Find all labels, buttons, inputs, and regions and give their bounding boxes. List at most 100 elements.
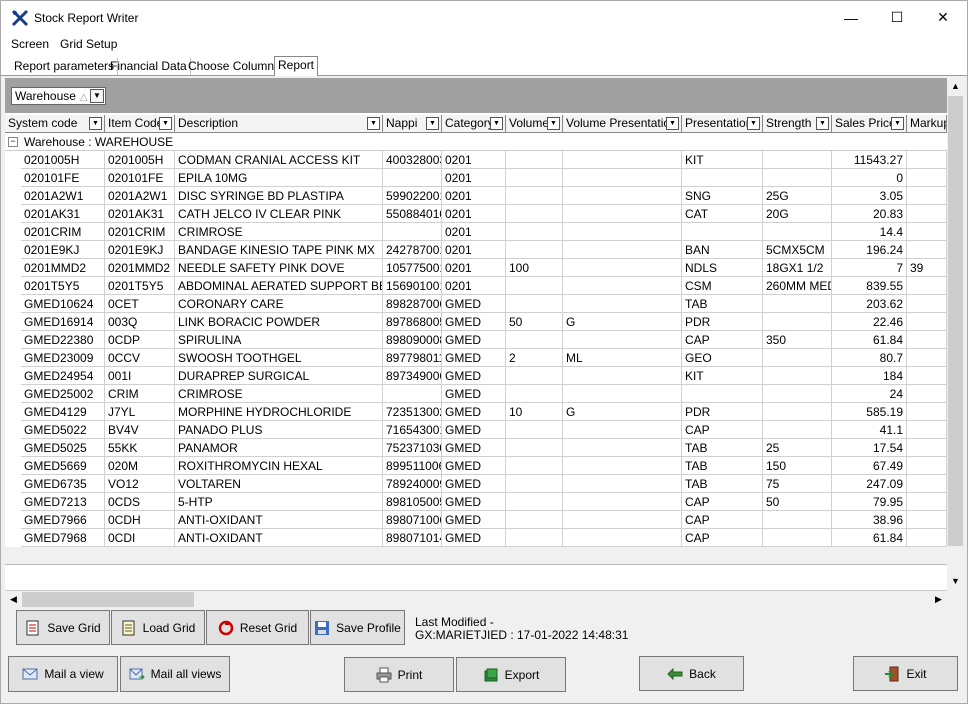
column-header-volume[interactable]: Volume ▼ — [506, 115, 563, 133]
table-row[interactable]: 0201CRIM 0201CRIM CRIMROSE 0201 14.4 — [5, 223, 947, 241]
cell-category: GMED — [442, 295, 506, 313]
back-button[interactable]: Back — [639, 656, 744, 691]
table-row[interactable]: GMED5669 020M ROXITHROMYCIN HEXAL 899511006… — [5, 457, 947, 475]
column-header-system-code[interactable]: System code ▼ — [5, 115, 105, 133]
cell-sales-price: 247.09 — [832, 475, 907, 493]
close-button[interactable]: ✕ — [920, 1, 966, 34]
cell-sales-price: 0 — [832, 169, 907, 187]
cell-presentation: TAB — [682, 439, 763, 457]
table-row[interactable]: GMED5022 BV4V PANADO PLUS 716543001 GMED CAP 4… — [5, 421, 947, 439]
column-header-sales-price[interactable]: Sales Price ▼ — [832, 115, 907, 133]
cell-nappi: 156901001 — [383, 277, 442, 295]
window-title: Stock Report Writer — [34, 11, 139, 25]
filter-dropdown-icon[interactable]: ▼ — [426, 117, 439, 130]
table-row[interactable]: 020101FE 020101FE EPILA 10MG 0201 0 — [5, 169, 947, 187]
mail-forward-icon — [129, 668, 145, 680]
table-row[interactable]: GMED5025 55KK PANAMOR 752371030 GMED TAB 25 17.… — [5, 439, 947, 457]
table-row[interactable]: 0201A2W1 0201A2W1 DISC SYRINGE BD PLASTIPA… — [5, 187, 947, 205]
report-grid[interactable]: Warehouse △ ▼ System code ▼ Item Code ▼ Descr… — [5, 78, 947, 590]
scroll-right-icon[interactable]: ▶ — [930, 591, 947, 608]
load-grid-button[interactable]: Load Grid — [111, 610, 205, 645]
table-row[interactable]: GMED7968 0CDI ANTI-OXIDANT 898071014 GMED CAP… — [5, 529, 947, 547]
tab-financial-data[interactable]: Financial Data — [107, 58, 191, 75]
horizontal-scroll-thumb[interactable] — [22, 592, 194, 607]
column-header-markup[interactable]: Markup — [907, 115, 947, 133]
cell-strength: 5CMX5CM — [763, 241, 832, 259]
cell-nappi: 599022001 — [383, 187, 442, 205]
horizontal-scrollbar[interactable]: ◀ ▶ — [5, 590, 947, 607]
cell-markup — [907, 187, 947, 205]
group-chip-warehouse[interactable]: Warehouse △ ▼ — [11, 87, 106, 105]
cell-sales-price: 20.83 — [832, 205, 907, 223]
filter-dropdown-icon[interactable]: ▼ — [159, 117, 172, 130]
save-grid-button[interactable]: Save Grid — [16, 610, 110, 645]
cell-volume-presentation — [563, 511, 682, 529]
filter-dropdown-icon[interactable]: ▼ — [367, 117, 380, 130]
filter-dropdown-icon[interactable]: ▼ — [747, 117, 760, 130]
column-header-volume-presentation[interactable]: Volume Presentation ▼ — [563, 115, 682, 133]
filter-dropdown-icon[interactable]: ▼ — [816, 117, 829, 130]
table-row[interactable]: GMED16914 003Q LINK BORACIC POWDER 89786800… — [5, 313, 947, 331]
scroll-left-icon[interactable]: ◀ — [5, 591, 22, 608]
scroll-up-icon[interactable]: ▲ — [947, 78, 964, 95]
filter-dropdown-icon[interactable]: ▼ — [490, 117, 503, 130]
reset-grid-button[interactable]: Reset Grid — [206, 610, 309, 645]
column-header-description[interactable]: Description ▼ — [175, 115, 383, 133]
cell-volume — [506, 439, 563, 457]
table-row[interactable]: 0201AK31 0201AK31 CATH JELCO IV CLEAR PINK… — [5, 205, 947, 223]
table-row[interactable]: GMED23009 0CCV SWOOSH TOOTHGEL 897798011 GME… — [5, 349, 947, 367]
chevron-down-icon[interactable]: ▼ — [90, 89, 104, 103]
column-header-label: Markup — [910, 116, 947, 130]
column-header-nappi[interactable]: Nappi ▼ — [383, 115, 442, 133]
tab-report[interactable]: Report — [274, 56, 319, 76]
filter-dropdown-icon[interactable]: ▼ — [89, 117, 102, 130]
cell-markup — [907, 277, 947, 295]
table-row[interactable]: GMED22380 0CDP SPIRULINA 898090008 GMED CAP 35… — [5, 331, 947, 349]
exit-button[interactable]: Exit — [853, 656, 958, 691]
table-row[interactable]: GMED6735 VO12 VOLTAREN 789240009 GMED TAB 75 24… — [5, 475, 947, 493]
menu-grid-setup[interactable]: Grid Setup — [60, 37, 117, 51]
vertical-scroll-thumb[interactable] — [948, 96, 963, 546]
print-button[interactable]: Print — [344, 657, 454, 692]
table-row[interactable]: 0201E9KJ 0201E9KJ BANDAGE KINESIO TAPE PIN… — [5, 241, 947, 259]
cell-nappi: 897798011 — [383, 349, 442, 367]
table-row[interactable]: GMED4129 J7YL MORPHINE HYDROCHLORIDE 723513… — [5, 403, 947, 421]
filter-dropdown-icon[interactable]: ▼ — [891, 117, 904, 130]
cell-presentation: CAP — [682, 511, 763, 529]
filter-dropdown-icon[interactable]: ▼ — [547, 117, 560, 130]
save-profile-button[interactable]: Save Profile — [310, 610, 405, 645]
column-header-strength[interactable]: Strength ▼ — [763, 115, 832, 133]
cell-volume-presentation — [563, 367, 682, 385]
column-header-presentation[interactable]: Presentation ▼ — [682, 115, 763, 133]
cell-sales-price: 24 — [832, 385, 907, 403]
mail-all-views-button[interactable]: Mail all views — [120, 656, 230, 692]
scroll-down-icon[interactable]: ▼ — [947, 573, 964, 590]
group-row-label: Warehouse : WAREHOUSE — [24, 135, 174, 149]
table-row[interactable]: GMED7966 0CDH ANTI-OXIDANT 898071006 GMED CAP… — [5, 511, 947, 529]
table-row[interactable]: 0201005H 0201005H CODMAN CRANIAL ACCESS KI… — [5, 151, 947, 169]
cell-markup — [907, 295, 947, 313]
column-header-category[interactable]: Category ▼ — [442, 115, 506, 133]
column-header-item-code[interactable]: Item Code ▼ — [105, 115, 175, 133]
table-row[interactable]: GMED7213 0CDS 5-HTP 898105005 GMED CAP 50 79.95 — [5, 493, 947, 511]
printer-icon — [376, 667, 392, 682]
table-row[interactable]: GMED25002 CRIM CRIMROSE GMED 24 — [5, 385, 947, 403]
tab-report-parameters[interactable]: Report parameters — [11, 58, 119, 75]
maximize-button[interactable]: ☐ — [874, 1, 920, 34]
minimize-button[interactable]: — — [828, 1, 874, 34]
save-profile-label: Save Profile — [336, 620, 401, 635]
menu-screen[interactable]: Screen — [11, 37, 49, 51]
table-row[interactable]: 0201MMD2 0201MMD2 NEEDLE SAFETY PINK DOVE 1… — [5, 259, 947, 277]
table-row[interactable]: 0201T5Y5 0201T5Y5 ABDOMINAL AERATED SUPPOR… — [5, 277, 947, 295]
table-row[interactable]: GMED10624 0CET CORONARY CARE 898287006 GMED T… — [5, 295, 947, 313]
filter-dropdown-icon[interactable]: ▼ — [666, 117, 679, 130]
tab-choose-columns[interactable]: Choose Columns — [185, 58, 285, 75]
export-button[interactable]: Export — [456, 657, 566, 692]
collapse-icon[interactable]: − — [8, 137, 18, 147]
cell-nappi: 898071006 — [383, 511, 442, 529]
vertical-scrollbar[interactable]: ▲ ▼ — [947, 78, 964, 590]
table-row[interactable]: GMED24954 001I DURAPREP SURGICAL 897349006 G… — [5, 367, 947, 385]
exit-label: Exit — [906, 666, 927, 681]
mail-view-button[interactable]: Mail a view — [8, 656, 118, 692]
cell-volume — [506, 277, 563, 295]
